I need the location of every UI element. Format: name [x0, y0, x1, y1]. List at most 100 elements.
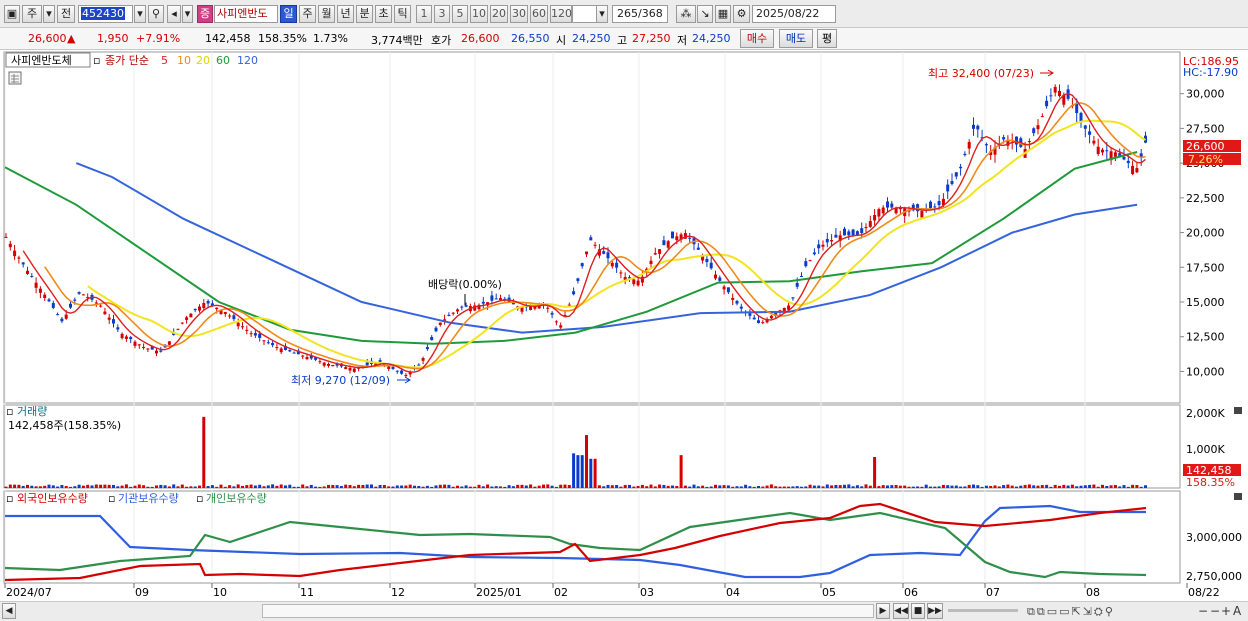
interval-dropdown-icon[interactable]: ▾ — [596, 5, 608, 23]
candle-body — [327, 364, 330, 366]
scroll-right-icon[interactable]: ▶ — [876, 603, 890, 619]
candle-body — [546, 307, 550, 309]
volume-bar — [77, 484, 81, 488]
period-button-3[interactable]: 년 — [337, 5, 354, 23]
volume-bar — [1023, 484, 1027, 488]
volume-bar — [589, 458, 593, 488]
speed-slider[interactable] — [948, 609, 1018, 612]
zoom-out-icon[interactable]: − — [1198, 604, 1208, 618]
candle-body — [739, 306, 743, 309]
volume-bar — [301, 484, 305, 488]
zoom-minus-icon[interactable]: − — [1210, 604, 1220, 618]
interval-button-30[interactable]: 30 — [510, 5, 528, 23]
candle-body — [1040, 116, 1044, 118]
date-input[interactable]: 2025/08/22 — [752, 5, 836, 23]
avg-button[interactable]: 평 — [817, 29, 837, 48]
interval-button-3[interactable]: 3 — [434, 5, 450, 23]
period-button-5[interactable]: 초 — [375, 5, 392, 23]
volume-bar — [787, 486, 791, 488]
prev-button[interactable]: 전 — [57, 5, 75, 23]
volume-bar — [1131, 484, 1135, 488]
scale-icon[interactable]: ⁂ — [676, 5, 696, 23]
candle-body — [709, 262, 713, 269]
interval-button-10[interactable]: 10 — [470, 5, 488, 23]
scroll-thumb[interactable] — [262, 604, 874, 618]
bar-count-field[interactable]: 265/368 — [612, 5, 668, 23]
save-icon[interactable]: ▦ — [715, 5, 731, 23]
volume-bar — [47, 484, 51, 488]
volume-bar — [817, 485, 821, 488]
period-button-2[interactable]: 월 — [318, 5, 335, 23]
interval-button-1[interactable]: 1 — [416, 5, 432, 23]
buy-button[interactable]: 매수 — [740, 29, 774, 48]
volume-bar — [21, 485, 25, 488]
volume-bar — [150, 486, 154, 488]
settings-icon[interactable]: ⚙ — [733, 5, 750, 23]
volume-bar — [223, 486, 227, 488]
volume-bar — [1144, 485, 1147, 488]
stock-code-input[interactable]: 452430 — [78, 5, 133, 23]
period-button-4[interactable]: 분 — [356, 5, 373, 23]
stop-icon[interactable]: ■ — [911, 603, 925, 619]
period-button-6[interactable]: 틱 — [394, 5, 411, 23]
code-dropdown-icon[interactable]: ▾ — [134, 5, 146, 23]
volume-bar — [1122, 485, 1126, 488]
candle-body — [812, 252, 816, 255]
candle-body — [34, 282, 38, 288]
market-dropdown-icon[interactable]: ▾ — [43, 5, 55, 23]
period-button-0[interactable]: 일 — [280, 5, 297, 23]
volume-bar — [529, 484, 533, 488]
forward-icon[interactable]: ▶▶ — [927, 603, 943, 619]
candle-body — [348, 367, 352, 371]
volume-tag-pct: 158.35% — [1186, 476, 1235, 489]
volume-bar — [658, 484, 662, 488]
volume-bar — [258, 484, 262, 488]
candle-body — [249, 333, 253, 335]
volume-bar — [688, 486, 692, 488]
candle-body — [494, 298, 498, 300]
candle-body — [615, 262, 619, 268]
candle-body — [984, 144, 988, 146]
sell-button[interactable]: 매도 — [779, 29, 813, 48]
period-button-1[interactable]: 주 — [299, 5, 316, 23]
interval-button-60[interactable]: 60 — [530, 5, 548, 23]
rewind-icon[interactable]: ◀◀ — [893, 603, 909, 619]
interval-button-5[interactable]: 5 — [452, 5, 468, 23]
volume-bar — [1118, 486, 1122, 488]
bottom-scrollbar[interactable]: ◀ ▶ ◀◀ ■ ▶▶ ⧉⧉▭▭⇱⇲⛭⚲ − − + A — [0, 601, 1248, 621]
volume-bar — [679, 455, 683, 488]
interval-button-20[interactable]: 20 — [490, 5, 508, 23]
chart-area[interactable]: 30,00027,50025,00022,50020,00017,50015,0… — [0, 50, 1248, 601]
candle-body — [223, 311, 227, 314]
volume-bar — [249, 484, 253, 488]
chart-tools-icons[interactable]: ⧉⧉▭▭⇱⇲⛭⚲ — [1027, 605, 1115, 619]
candle-body — [847, 231, 851, 236]
window-menu-icon[interactable]: ▣ — [4, 5, 20, 23]
zoom-in-icon[interactable]: + — [1221, 604, 1231, 618]
draw-line-icon[interactable]: ↘ — [697, 5, 713, 23]
sound-dropdown-icon[interactable]: ▾ — [182, 5, 193, 23]
candle-body — [430, 337, 434, 341]
price-change-pct: +7.91% — [136, 32, 181, 45]
search-icon[interactable]: ⚲ — [148, 5, 164, 23]
interval-button-120[interactable]: 120 — [550, 5, 572, 23]
volume-bar — [576, 455, 580, 488]
volume-bar — [671, 485, 674, 488]
candle-body — [619, 272, 623, 274]
candle-body — [155, 350, 158, 354]
volume-close-icon[interactable] — [1234, 407, 1242, 414]
volume-bar — [133, 485, 137, 488]
volume-bar — [1032, 485, 1036, 488]
volume-bar — [159, 484, 163, 488]
volume-bar — [666, 485, 670, 488]
scroll-left-icon[interactable]: ◀ — [2, 603, 16, 619]
volume-bar — [1096, 486, 1100, 488]
market-select[interactable]: 주 — [22, 5, 42, 23]
auto-scale-icon[interactable]: A — [1233, 604, 1241, 618]
candle-body — [658, 249, 662, 254]
stock-code-text: 452430 — [81, 7, 125, 20]
sound-icon[interactable]: ◂ — [167, 5, 181, 23]
holding-close-icon[interactable] — [1234, 493, 1242, 500]
stock-name-field[interactable]: 사피엔반도 — [214, 5, 278, 23]
volume-bar — [580, 455, 584, 488]
